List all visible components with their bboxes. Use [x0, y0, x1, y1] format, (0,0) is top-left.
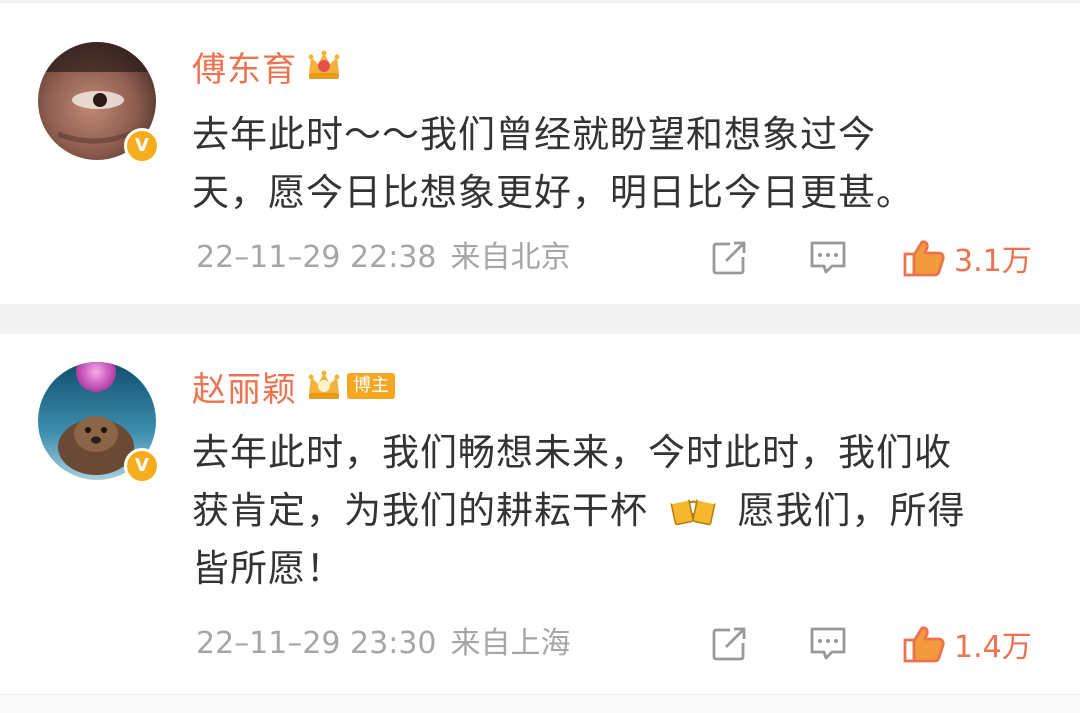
verified-badge-icon: V [124, 448, 160, 484]
author-name[interactable]: 赵丽颖 [192, 362, 297, 411]
timestamp: 22–11–29 23:30 [196, 626, 437, 661]
thumbs-up-icon [903, 240, 945, 277]
blogger-tag: 博主 [347, 373, 395, 399]
section-separator [0, 304, 1080, 334]
timestamp: 22–11–29 22:38 [196, 240, 437, 275]
share-button[interactable] [710, 624, 748, 664]
bottom-divider [0, 694, 1080, 713]
crown-vip-icon: 6 [305, 47, 344, 85]
crown-vip-icon [305, 367, 343, 405]
comment-segment: 获肯定，为我们的耕耘干杯 [192, 489, 648, 532]
share-button[interactable] [710, 238, 748, 278]
svg-text:6: 6 [338, 73, 343, 84]
top-divider [0, 0, 1080, 3]
comment-line: 天，愿今日比想象更好，明日比今日更甚。 [192, 171, 914, 214]
comment-icon [810, 627, 846, 660]
thumbs-up-icon [903, 626, 945, 663]
comment-text: 去年此时，我们畅想未来，今时此时，我们收 获肯定，为我们的耕耘干杯 愿我们，所得 [192, 424, 1052, 598]
comment-line: 去年此时，我们畅想未来，今时此时，我们收 [192, 431, 952, 474]
comment-button[interactable] [808, 238, 848, 278]
comment-line: 去年此时～～我们曾经就盼望和想象过今 [192, 113, 876, 156]
avatar[interactable]: V [38, 42, 160, 164]
share-icon [712, 241, 746, 275]
comment-card: V 傅东育 6 去年此时～～我们曾经就盼望和想象过今 天，愿今日比想象更好，明日… [0, 6, 1080, 304]
avatar[interactable]: V [38, 362, 160, 484]
comment-meta: 22–11–29 23:30 来自上海 [196, 622, 571, 666]
comment-meta: 22–11–29 22:38 来自北京 [196, 236, 571, 280]
source-location: 来自北京 [450, 240, 571, 275]
comment-text: 去年此时～～我们曾经就盼望和想象过今 天，愿今日比想象更好，明日比今日更甚。 [192, 106, 1052, 222]
like-count: 1.4万 [954, 630, 1032, 665]
like-button[interactable]: 3.1万 [902, 238, 1032, 279]
source-location: 来自上海 [450, 626, 571, 661]
verified-badge-icon: V [124, 128, 160, 164]
like-count: 3.1万 [954, 244, 1032, 279]
comment-segment: 愿我们，所得 [737, 489, 966, 532]
beer-cheers-emoji [669, 488, 717, 546]
share-icon [712, 627, 746, 661]
comment-icon [810, 241, 846, 274]
author-name[interactable]: 傅东育 [192, 42, 297, 91]
like-button[interactable]: 1.4万 [902, 624, 1032, 665]
comment-line: 获肯定，为我们的耕耘干杯 愿我们，所得 [192, 482, 1052, 540]
comment-line: 皆所愿！ [192, 547, 344, 590]
comment-button[interactable] [808, 624, 848, 664]
comment-card: V 赵丽颖 博主 去年此时，我们畅想未来，今时此时，我们收 获肯定，为我们的耕耘… [0, 334, 1080, 694]
